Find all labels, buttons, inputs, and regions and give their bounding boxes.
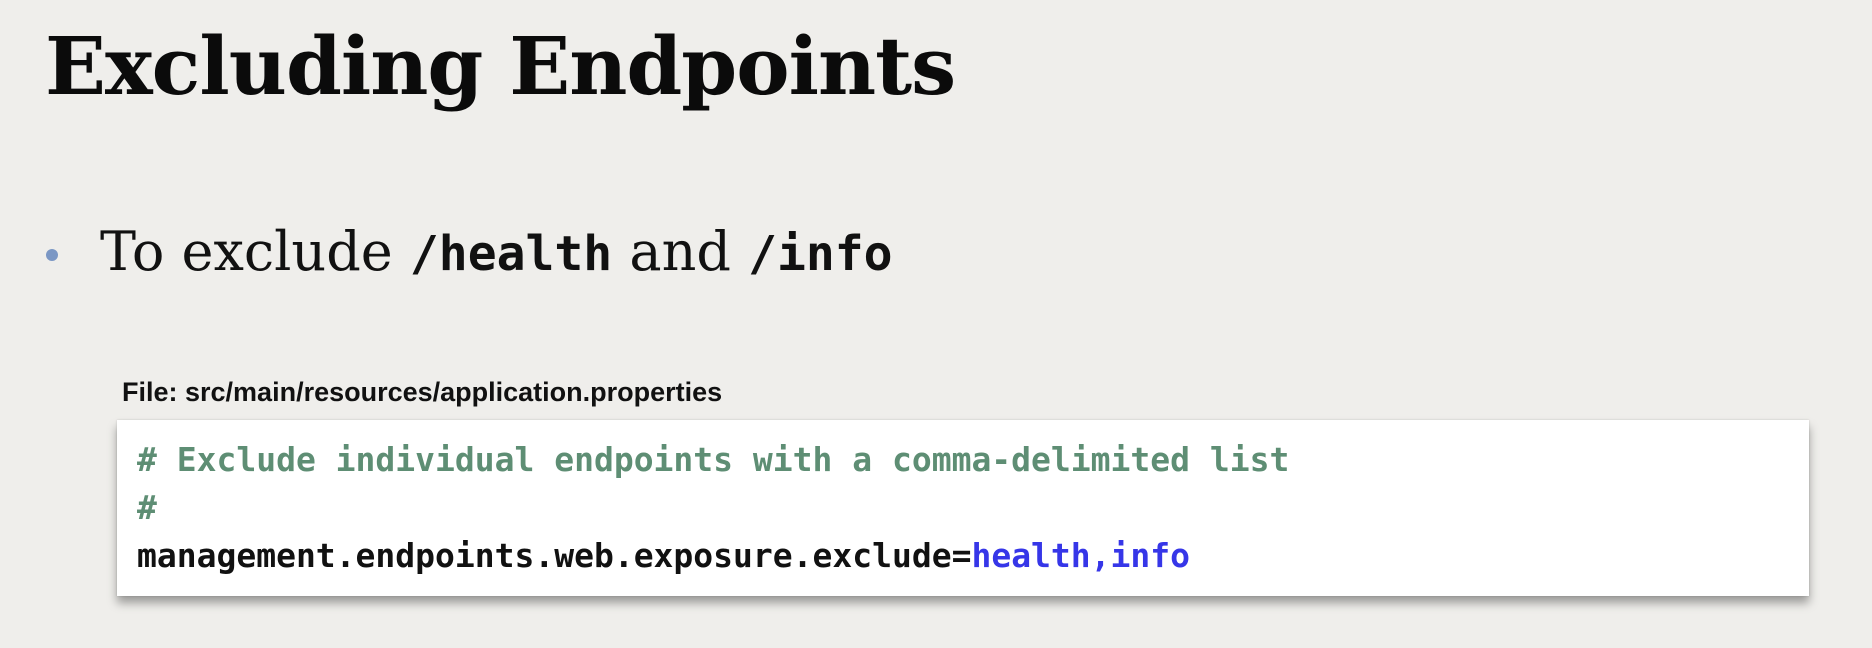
property-value: health,info [971,536,1190,575]
slide-title: Excluding Endpoints [45,19,956,113]
bullet-text: To exclude /health and /info [100,225,893,279]
file-label: File: src/main/resources/application.pro… [122,377,723,407]
code-property-line: management.endpoints.web.exposure.exclud… [137,532,1809,580]
bullet-item: To exclude /health and /info [46,225,893,279]
code-comment-line-1: # Exclude individual endpoints with a co… [137,440,1290,479]
code-block: # Exclude individual endpoints with a co… [117,420,1809,596]
bullet-code-info: /info [748,226,893,282]
bullet-middle: and [612,220,749,283]
code-comment-line-2: # [137,488,157,527]
bullet-code-health: /health [409,226,613,282]
bullet-dot-icon [46,249,58,261]
property-key: management.endpoints.web.exposure.exclud… [137,536,972,575]
bullet-prefix: To exclude [100,220,410,283]
